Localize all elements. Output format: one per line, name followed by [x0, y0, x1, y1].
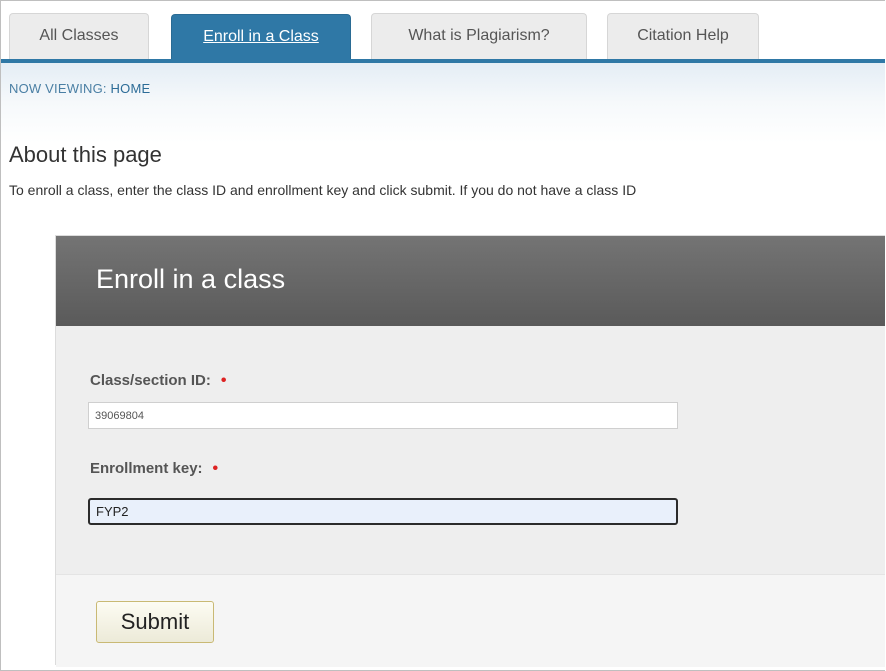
- breadcrumb: NOW VIEWING: HOME: [9, 81, 150, 96]
- enrollment-key-label: Enrollment key: •: [90, 460, 218, 478]
- submit-button[interactable]: Submit: [96, 601, 214, 643]
- tab-citation-help[interactable]: Citation Help: [607, 13, 759, 59]
- enroll-form: Class/section ID: • Enrollment key: •: [56, 326, 885, 574]
- breadcrumb-current[interactable]: HOME: [111, 81, 151, 96]
- about-description: To enroll a class, enter the class ID an…: [9, 182, 637, 198]
- tab-bar: All Classes Enroll in a Class What is Pl…: [1, 1, 885, 61]
- enroll-card-header: Enroll in a class: [56, 236, 885, 326]
- required-indicator: •: [220, 372, 227, 389]
- tab-all-classes[interactable]: All Classes: [9, 13, 149, 59]
- tab-what-is-plagiarism[interactable]: What is Plagiarism?: [371, 13, 587, 59]
- tab-enroll-in-a-class[interactable]: Enroll in a Class: [171, 14, 351, 60]
- enroll-card: Enroll in a class Class/section ID: • Enr…: [55, 235, 885, 667]
- class-id-label: Class/section ID: •: [90, 372, 226, 390]
- required-indicator: •: [212, 460, 219, 477]
- class-id-input[interactable]: [88, 402, 678, 429]
- enroll-card-title: Enroll in a class: [96, 264, 286, 294]
- enrollment-key-input[interactable]: [88, 498, 678, 525]
- enrollment-key-label-text: Enrollment key:: [90, 460, 203, 477]
- page-frame: All Classes Enroll in a Class What is Pl…: [0, 0, 885, 671]
- about-title: About this page: [9, 142, 162, 167]
- enroll-card-footer: Submit: [56, 574, 885, 667]
- breadcrumb-prefix: NOW VIEWING:: [9, 81, 111, 96]
- class-id-label-text: Class/section ID:: [90, 372, 211, 389]
